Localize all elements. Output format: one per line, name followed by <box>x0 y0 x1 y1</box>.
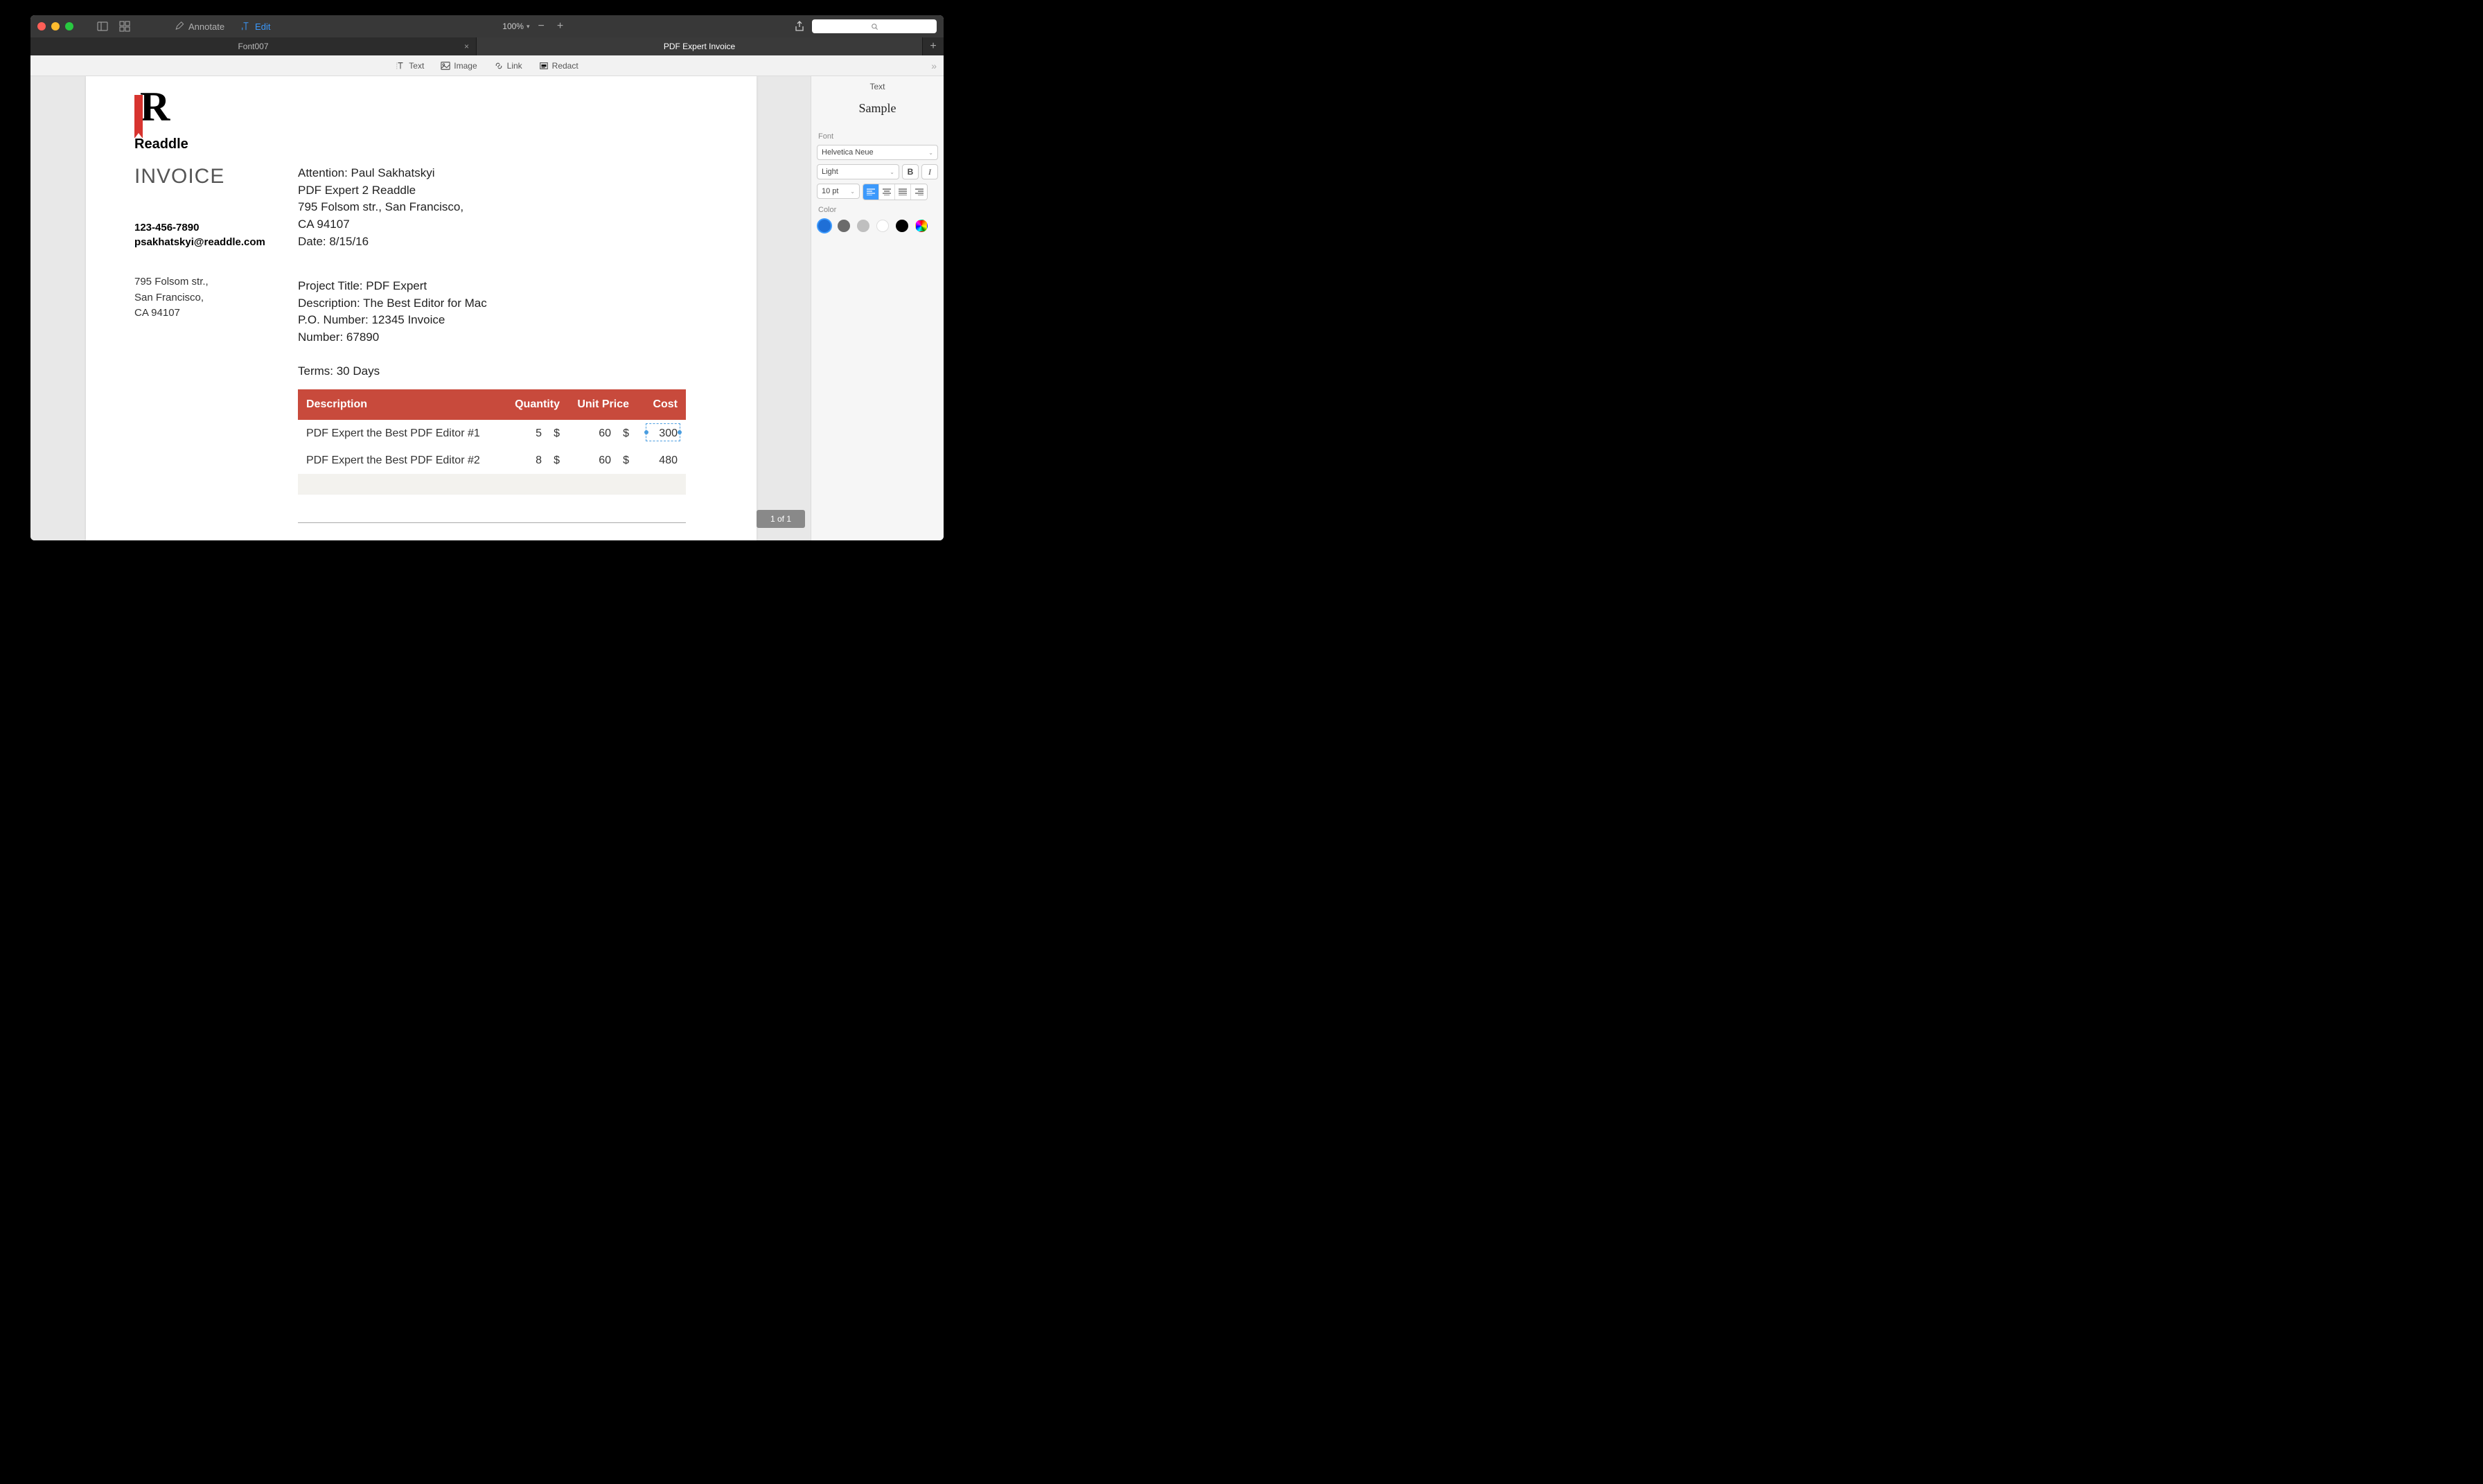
edit-toolbar: Text Image Link Redact » <box>30 55 944 76</box>
align-justify-button[interactable] <box>895 184 911 200</box>
close-window-button[interactable] <box>37 22 46 30</box>
align-left-button[interactable] <box>863 184 879 200</box>
zoom-in-button[interactable]: + <box>553 20 567 33</box>
divider <box>298 522 686 523</box>
font-section-label: Font <box>818 132 938 141</box>
sidebar-title: Text <box>817 76 938 97</box>
traffic-lights <box>37 22 73 30</box>
titlebar: Annotate Edit 100% ▾ − + <box>30 15 944 37</box>
color-swatches <box>817 220 938 232</box>
chevron-down-icon: ⌄ <box>928 150 933 156</box>
table-row[interactable]: PDF Expert the Best PDF Editor #1 5 $ 60… <box>298 420 686 447</box>
sidebar-toggle-icon[interactable] <box>97 21 108 32</box>
zoom-value: 100% <box>502 21 524 31</box>
tab-pdf-expert-invoice[interactable]: PDF Expert Invoice <box>477 37 923 55</box>
tab-font007[interactable]: Font007 × <box>30 37 477 55</box>
tool-redact-label: Redact <box>552 61 578 71</box>
invoice-left-col: INVOICE 123-456-7890 psakhatskyi@readdle… <box>134 165 298 523</box>
table-header: Description Quantity Unit Price Cost <box>298 389 686 419</box>
company-name: Readdle <box>134 136 708 152</box>
font-family-select[interactable]: Helvetica Neue ⌄ <box>817 145 938 160</box>
invoice-email: psakhatskyi@readdle.com <box>134 236 298 248</box>
tool-link-label: Link <box>507 61 522 71</box>
align-right-button[interactable] <box>911 184 927 200</box>
thumbnails-icon[interactable] <box>119 21 130 32</box>
tool-text-label: Text <box>409 61 424 71</box>
logo-letter: R <box>140 83 168 131</box>
zoom-out-button[interactable]: − <box>534 20 549 33</box>
minimize-window-button[interactable] <box>51 22 60 30</box>
font-weight-select[interactable]: Light ⌄ <box>817 164 899 179</box>
tab-label: Font007 <box>238 42 268 51</box>
color-swatch-gray[interactable] <box>857 220 869 232</box>
tabbar: Font007 × PDF Expert Invoice + <box>30 37 944 55</box>
invoice-right-col: Attention: Paul Sakhatskyi PDF Expert 2 … <box>298 165 686 523</box>
search-input[interactable] <box>812 19 937 33</box>
logo-ribbon-icon <box>134 95 143 138</box>
invoice-table: Description Quantity Unit Price Cost PDF… <box>298 389 686 495</box>
inspector-sidebar: Text Sample Font Helvetica Neue ⌄ Light … <box>811 76 944 540</box>
table-row[interactable]: PDF Expert the Best PDF Editor #2 8 $ 60… <box>298 447 686 474</box>
color-swatch-white[interactable] <box>876 220 889 232</box>
annotate-label: Annotate <box>188 21 224 32</box>
tab-label: PDF Expert Invoice <box>664 42 735 51</box>
chevron-down-icon: ▾ <box>527 23 530 30</box>
chevron-down-icon: ⌄ <box>890 169 894 175</box>
share-icon[interactable] <box>794 21 805 32</box>
tool-image-label: Image <box>454 61 477 71</box>
table-row <box>298 474 686 495</box>
app-window: Annotate Edit 100% ▾ − + Font007 × <box>30 15 944 540</box>
italic-button[interactable]: I <box>921 164 938 179</box>
tool-text[interactable]: Text <box>396 61 424 71</box>
fullscreen-window-button[interactable] <box>65 22 73 30</box>
font-size-select[interactable]: 10 pt ⌄ <box>817 184 860 199</box>
selected-text-cell[interactable]: 300 <box>629 425 678 441</box>
text-selection-handles[interactable] <box>646 423 680 441</box>
sidebar-sample: Sample <box>817 97 938 127</box>
chevron-down-icon: ⌄ <box>850 188 855 195</box>
pdf-page[interactable]: R Readdle INVOICE 123-456-7890 psakhatsk… <box>86 76 757 540</box>
collapse-sidebar-icon[interactable]: » <box>931 60 937 71</box>
color-picker-button[interactable] <box>915 220 928 232</box>
annotate-button[interactable]: Annotate <box>169 20 230 33</box>
titlebar-right <box>794 19 937 33</box>
edit-label: Edit <box>255 21 270 32</box>
edit-button[interactable]: Edit <box>236 20 276 33</box>
titlebar-center: 100% ▾ − + <box>281 20 788 33</box>
color-section-label: Color <box>818 206 938 214</box>
align-center-button[interactable] <box>879 184 895 200</box>
new-tab-button[interactable]: + <box>923 37 944 55</box>
close-icon[interactable]: × <box>464 42 469 51</box>
color-swatch-blue[interactable] <box>818 220 831 232</box>
bold-button[interactable]: B <box>902 164 919 179</box>
color-swatch-darkgray[interactable] <box>838 220 850 232</box>
page-indicator: 1 of 1 <box>757 510 805 528</box>
tool-redact[interactable]: Redact <box>539 61 578 71</box>
align-group <box>863 184 928 200</box>
tool-image[interactable]: Image <box>441 61 477 71</box>
invoice-phone: 123-456-7890 <box>134 222 298 233</box>
tool-link[interactable]: Link <box>494 61 522 71</box>
invoice-address: 795 Folsom str., San Francisco, CA 94107 <box>134 274 298 321</box>
invoice-heading: INVOICE <box>134 165 298 188</box>
document-viewport[interactable]: R Readdle INVOICE 123-456-7890 psakhatsk… <box>30 76 811 540</box>
zoom-dropdown[interactable]: 100% ▾ <box>502 21 529 31</box>
color-swatch-black[interactable] <box>896 220 908 232</box>
